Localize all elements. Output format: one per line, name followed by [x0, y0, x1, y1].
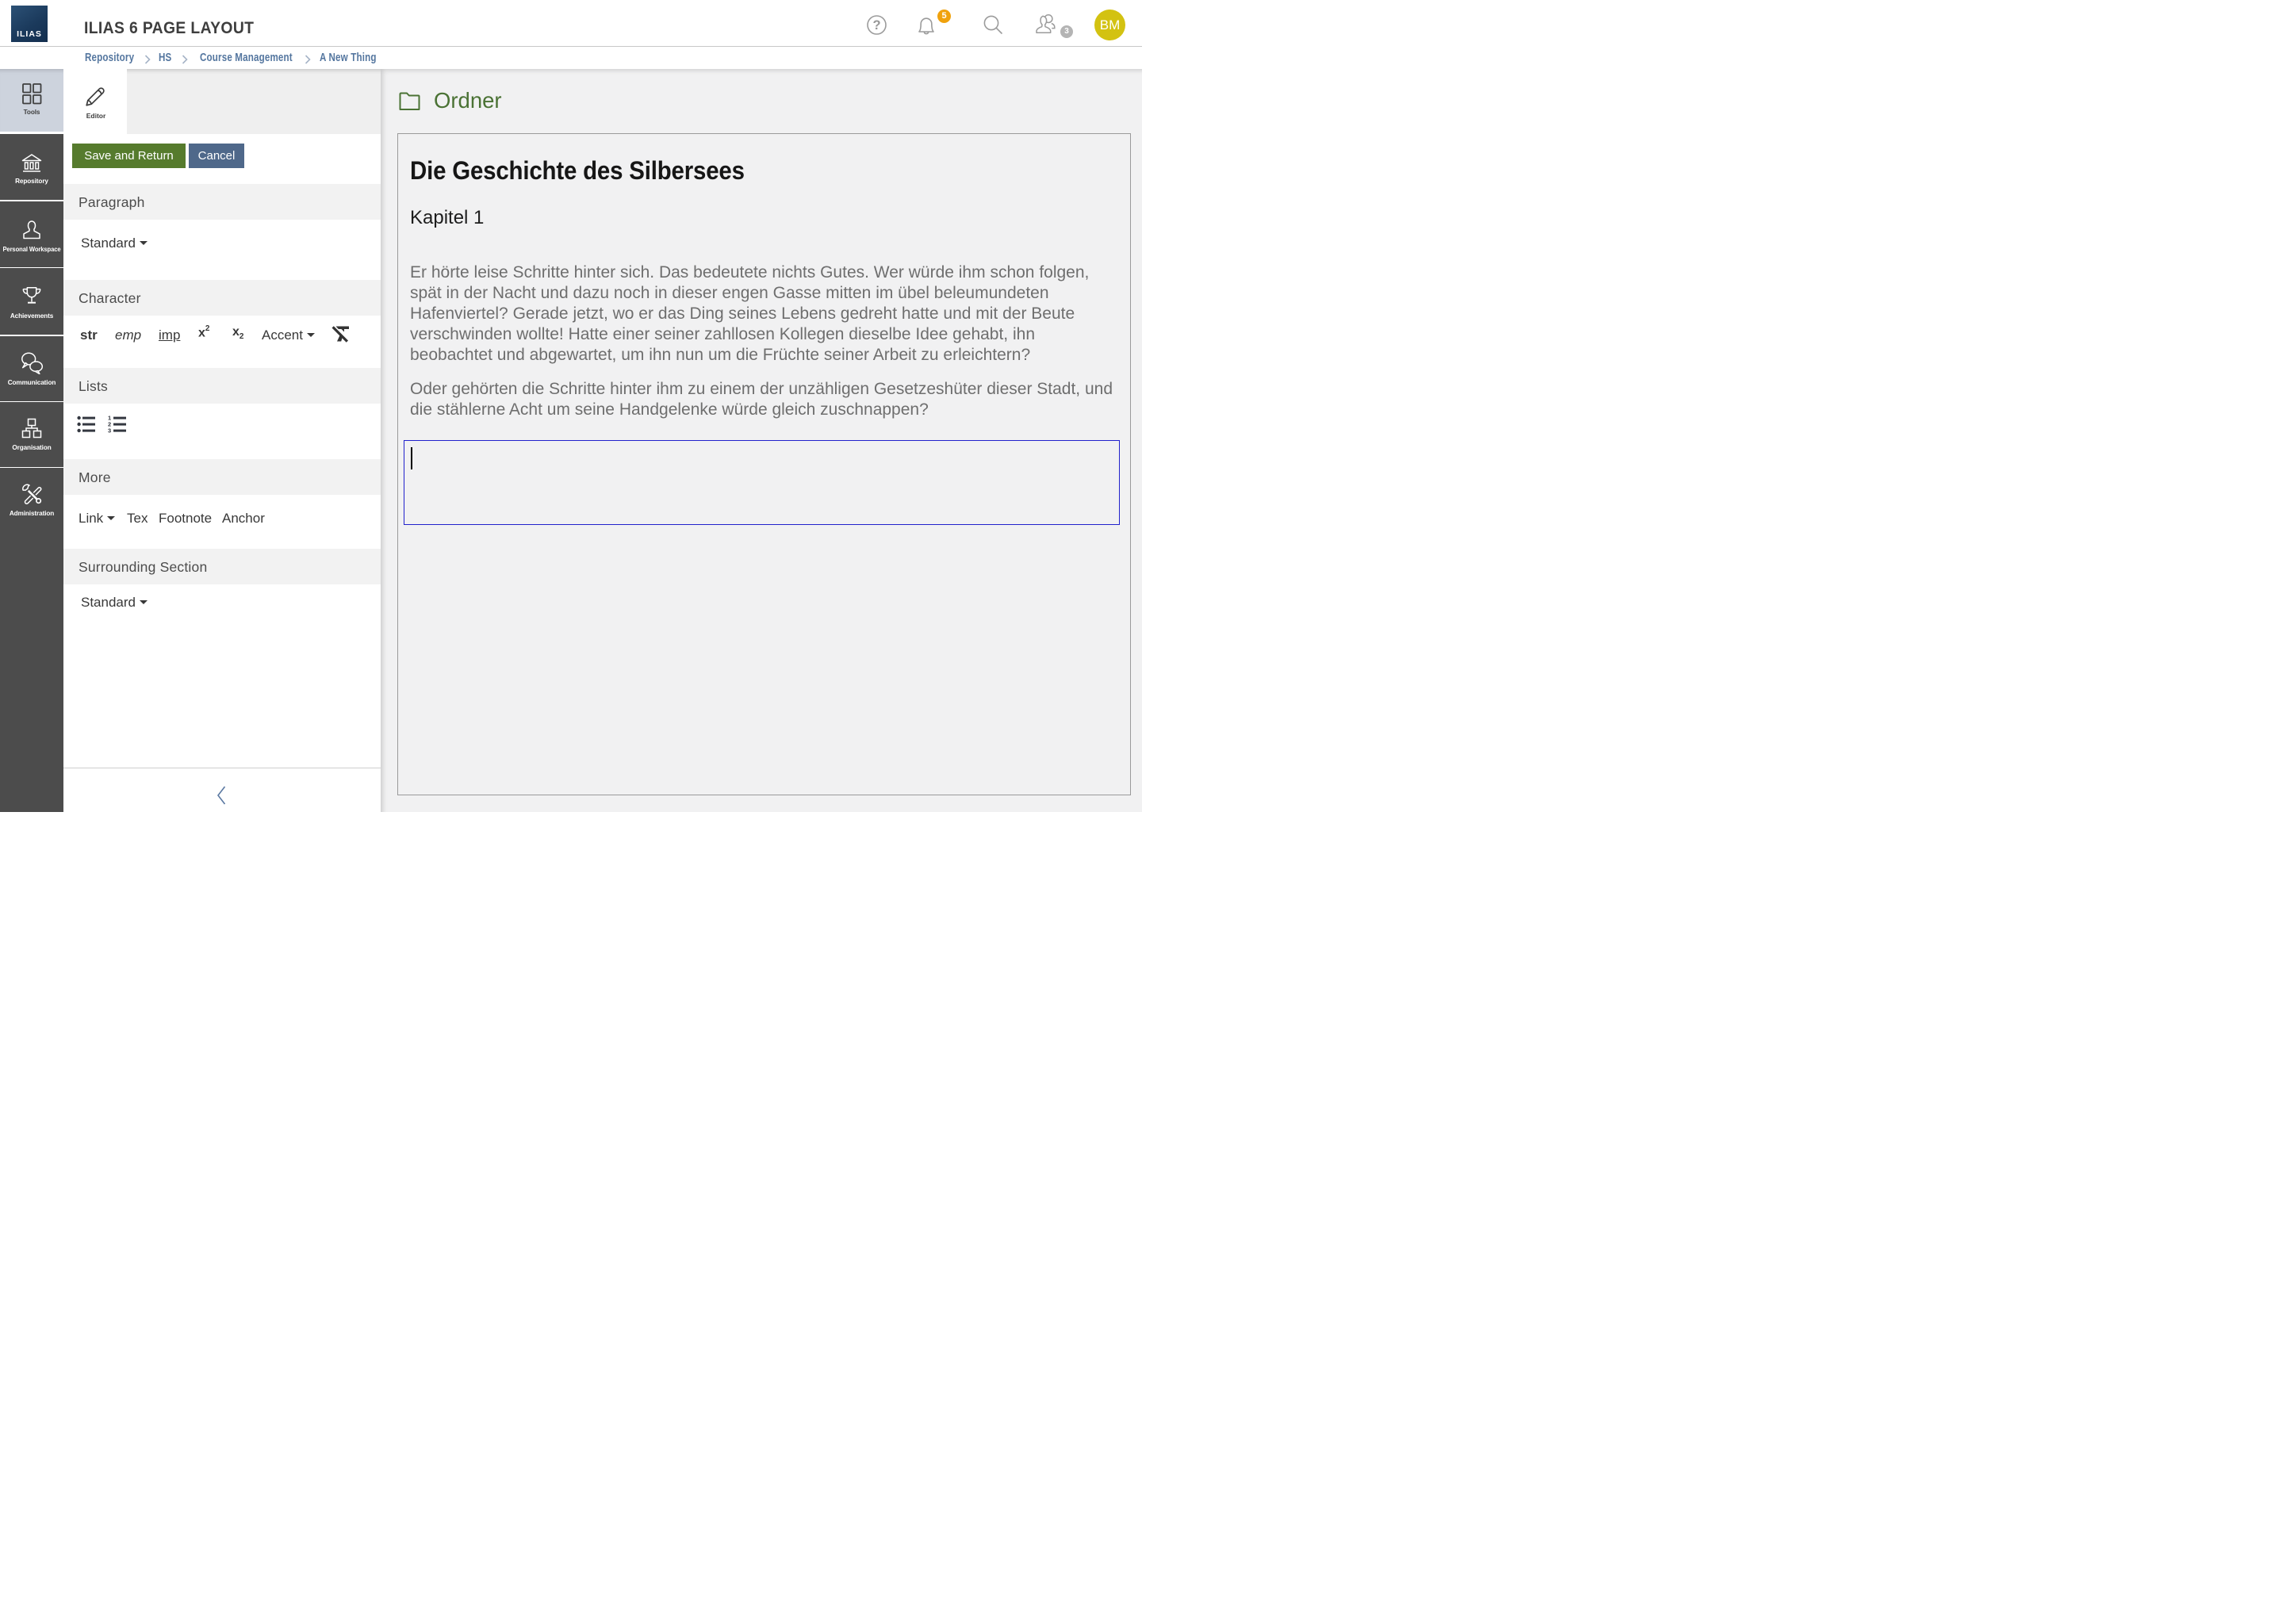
svg-text:?: ? [872, 18, 880, 33]
svg-text:3: 3 [108, 427, 111, 435]
